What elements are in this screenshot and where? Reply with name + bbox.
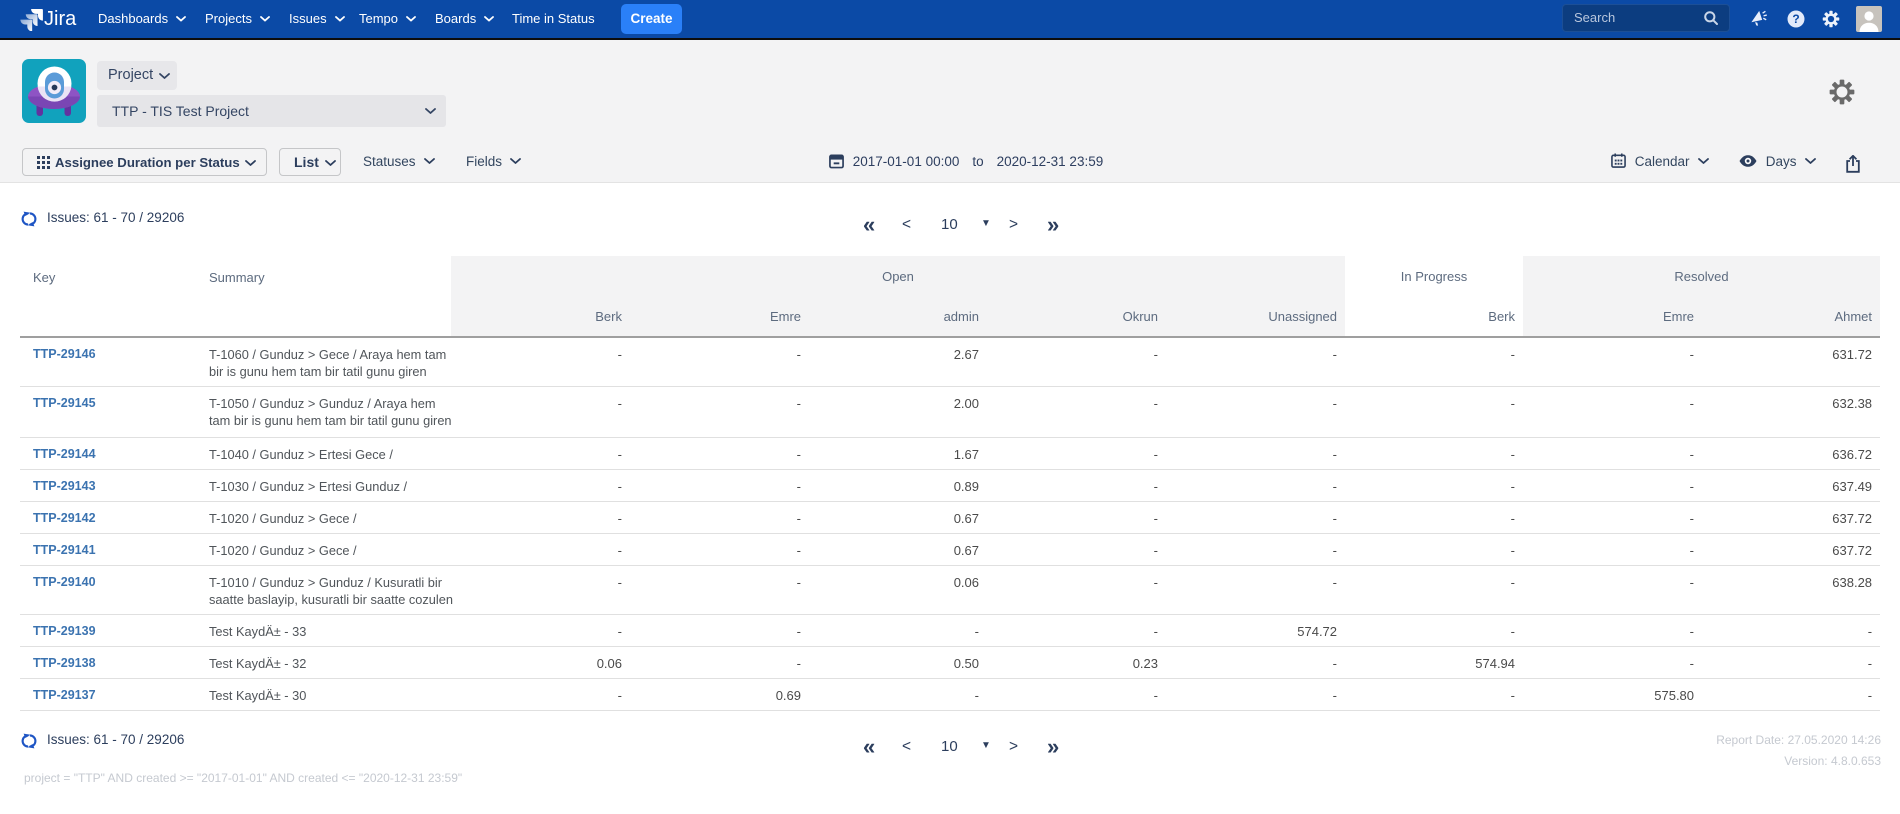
svg-text:?: ?: [1792, 12, 1799, 26]
